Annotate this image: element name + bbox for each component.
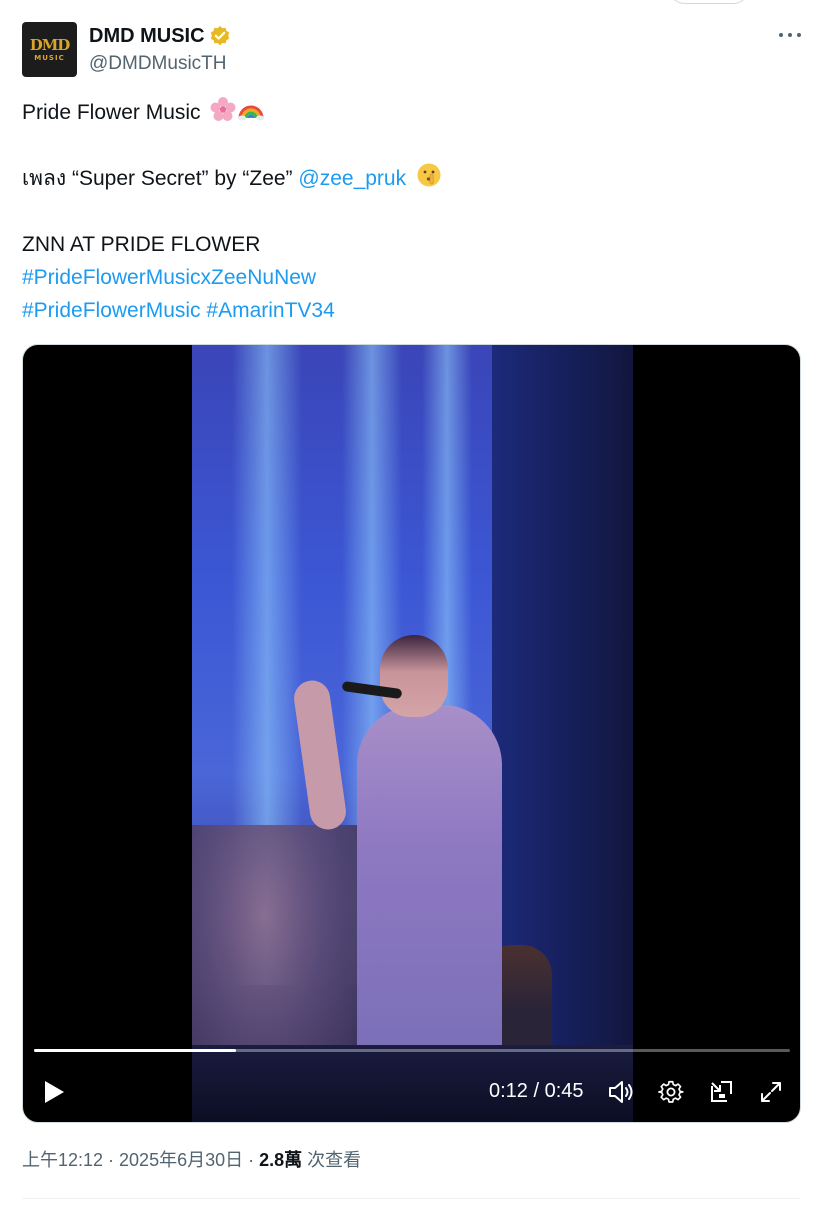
play-button[interactable] [39, 1077, 69, 1107]
video-controls: 0:12 / 0:45 [23, 1067, 800, 1117]
video-progress-bar[interactable] [34, 1049, 790, 1052]
rainbow-emoji-icon [238, 105, 265, 121]
hashtag-link[interactable]: #PrideFlowerMusicxZeeNuNew [22, 266, 316, 289]
mention-link[interactable]: @zee_pruk [298, 167, 406, 190]
tweet-line-1: Pride Flower Music [22, 96, 798, 129]
performer [357, 705, 502, 1065]
volume-button[interactable] [607, 1077, 637, 1107]
performer-head [380, 635, 448, 717]
verified-badge-icon[interactable] [209, 25, 231, 47]
picture-in-picture-icon [711, 1081, 732, 1102]
song-credit-text: เพลง “Super Secret” by “Zee” [22, 167, 299, 190]
tweet-line-5: #PrideFlowerMusic #AmarinTV34 [22, 294, 798, 327]
tweet-text: Pride Flower Music เพลง “Super Secret” b… [22, 96, 798, 327]
view-count-label: 次查看 [302, 1150, 362, 1170]
video-progress-fill [34, 1049, 236, 1052]
volume-icon [609, 1081, 633, 1103]
tweet-line-2: เพลง “Super Secret” by “Zee” @zee_pruk [22, 162, 798, 195]
follow-button-edge[interactable] [668, 0, 750, 4]
shushing-face-emoji-icon [417, 163, 441, 187]
hashtag-link[interactable]: #PrideFlowerMusic [22, 299, 201, 322]
handle[interactable]: @DMDMusicTH [89, 53, 227, 75]
hashtag-link[interactable]: #AmarinTV34 [206, 299, 334, 322]
avatar[interactable]: DMD MUSIC [22, 22, 77, 77]
avatar-logo-text: DMD [29, 36, 71, 54]
settings-gear-icon [658, 1080, 684, 1103]
display-name[interactable]: DMD MUSIC [89, 25, 205, 48]
more-options-icon[interactable] [777, 22, 803, 48]
play-icon [45, 1081, 64, 1103]
fullscreen-button[interactable] [756, 1077, 786, 1107]
view-count: 2.8萬 [259, 1150, 303, 1170]
divider [22, 1198, 800, 1199]
tweet-meta: 上午12:12 · 2025年6月30日 · 2.8萬 次查看 [22, 1146, 361, 1172]
fullscreen-icon [761, 1082, 781, 1102]
picture-in-picture-button[interactable] [706, 1077, 736, 1107]
timestamp[interactable]: 上午12:12 · 2025年6月30日 · [22, 1150, 259, 1170]
tweet-line-3: ZNN AT PRIDE FLOWER [22, 233, 261, 256]
video-time: 0:12 / 0:45 [489, 1080, 584, 1102]
tweet-header: DMD MUSIC DMD MUSIC @DMDMusicTH [22, 22, 801, 78]
video-frame[interactable] [192, 345, 633, 1122]
name-row: DMD MUSIC [89, 23, 231, 49]
tweet-line-4: #PrideFlowerMusicxZeeNuNew [22, 261, 798, 294]
video-player[interactable]: 0:12 / 0:45 [22, 344, 801, 1123]
tweet-title: Pride Flower Music [22, 101, 201, 124]
avatar-logo-subtext: MUSIC [34, 54, 65, 62]
settings-button[interactable] [656, 1077, 686, 1107]
cherry-blossom-emoji-icon [210, 97, 236, 121]
